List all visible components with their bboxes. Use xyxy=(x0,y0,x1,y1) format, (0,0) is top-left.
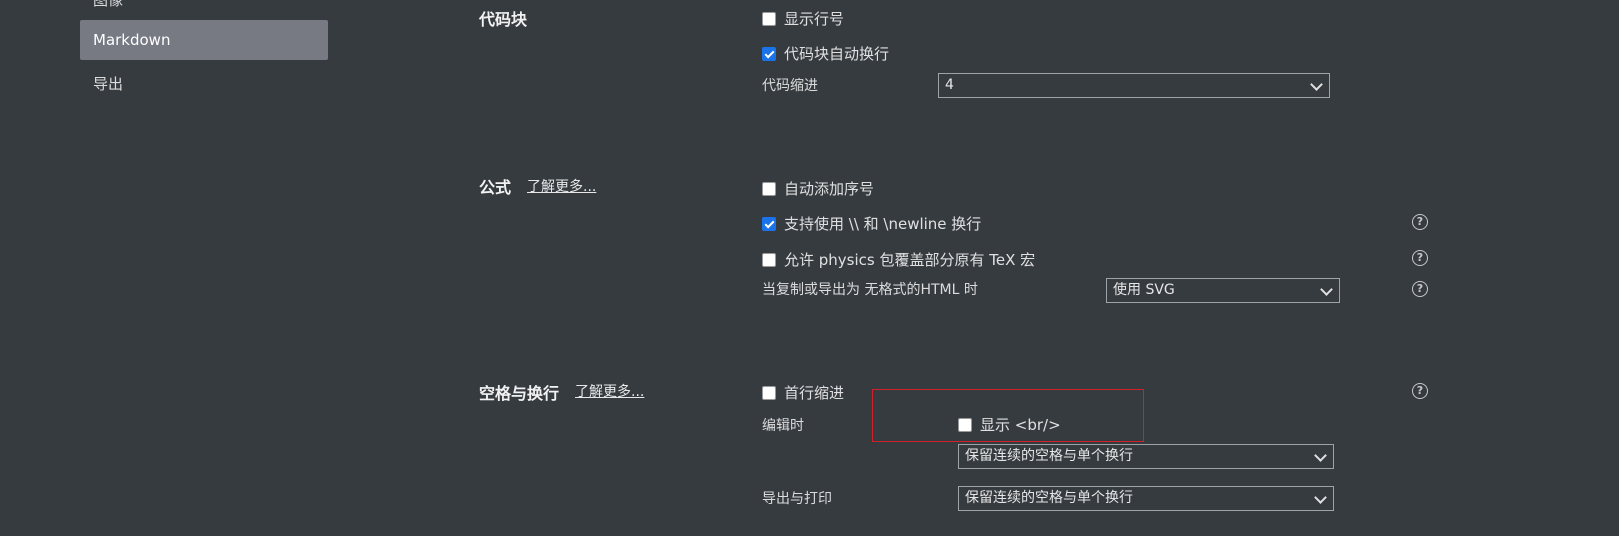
help-icon[interactable]: ? xyxy=(1412,383,1428,399)
auto-number-option[interactable]: 自动添加序号 xyxy=(762,178,874,199)
show-br-option[interactable]: 显示 <br/> xyxy=(958,414,1061,435)
editing-whitespace-value: 保留连续的空格与单个换行 xyxy=(965,448,1133,464)
sidebar-item-image[interactable]: 图像 xyxy=(80,0,328,20)
editing-label: 编辑时 xyxy=(762,418,804,434)
newline-support-label: 支持使用 \\ 和 \newline 换行 xyxy=(784,215,982,233)
physics-option[interactable]: 允许 physics 包覆盖部分原有 TeX 宏 xyxy=(762,249,1035,270)
copy-export-value: 使用 SVG xyxy=(1113,282,1175,298)
math-learn-more-link[interactable]: 了解更多... xyxy=(527,176,596,196)
sidebar-item-label: 导出 xyxy=(93,75,124,93)
newline-support-option[interactable]: 支持使用 \\ 和 \newline 换行 xyxy=(762,213,981,234)
physics-checkbox[interactable] xyxy=(762,252,776,267)
whitespace-section-title: 空格与换行 xyxy=(479,384,560,403)
sidebar-item-label: Markdown xyxy=(93,31,171,49)
auto-number-label: 自动添加序号 xyxy=(784,180,875,198)
editing-whitespace-select[interactable]: 保留连续的空格与单个换行 xyxy=(958,444,1334,469)
code-auto-wrap-option[interactable]: 代码块自动换行 xyxy=(762,43,889,64)
export-print-label: 导出与打印 xyxy=(762,491,832,507)
show-line-numbers-option[interactable]: 显示行号 xyxy=(762,8,844,29)
sidebar-item-export[interactable]: 导出 xyxy=(80,64,328,104)
whitespace-learn-more-link[interactable]: 了解更多... xyxy=(575,381,644,401)
chevron-down-icon xyxy=(1320,283,1333,296)
help-icon[interactable]: ? xyxy=(1412,281,1428,297)
first-line-indent-label: 首行缩进 xyxy=(784,384,845,402)
chevron-down-icon xyxy=(1314,449,1327,462)
code-auto-wrap-label: 代码块自动换行 xyxy=(784,45,890,63)
help-icon[interactable]: ? xyxy=(1412,214,1428,230)
code-indent-label: 代码缩进 xyxy=(762,78,818,94)
auto-number-checkbox[interactable] xyxy=(762,181,776,196)
export-print-select[interactable]: 保留连续的空格与单个换行 xyxy=(958,486,1334,511)
newline-support-checkbox[interactable] xyxy=(762,216,776,231)
code-indent-value: 4 xyxy=(945,77,954,93)
sidebar-item-label: 图像 xyxy=(93,0,124,9)
show-line-numbers-label: 显示行号 xyxy=(784,10,845,28)
chevron-down-icon xyxy=(1310,78,1323,91)
copy-export-label: 当复制或导出为 无格式的HTML 时 xyxy=(762,282,978,298)
show-br-label: 显示 <br/> xyxy=(980,416,1061,434)
code-auto-wrap-checkbox[interactable] xyxy=(762,46,776,61)
first-line-indent-checkbox[interactable] xyxy=(762,385,776,400)
physics-label: 允许 physics 包覆盖部分原有 TeX 宏 xyxy=(784,251,1036,269)
copy-export-select[interactable]: 使用 SVG xyxy=(1106,278,1340,303)
export-print-value: 保留连续的空格与单个换行 xyxy=(965,490,1133,506)
show-line-numbers-checkbox[interactable] xyxy=(762,11,776,26)
math-section-title: 公式 xyxy=(479,178,512,197)
sidebar-item-markdown[interactable]: Markdown xyxy=(80,20,328,60)
code-block-section-title: 代码块 xyxy=(479,10,528,29)
first-line-indent-option[interactable]: 首行缩进 xyxy=(762,382,844,403)
show-br-checkbox[interactable] xyxy=(958,417,972,432)
chevron-down-icon xyxy=(1314,491,1327,504)
help-icon[interactable]: ? xyxy=(1412,250,1428,266)
code-indent-select[interactable]: 4 xyxy=(938,73,1330,98)
